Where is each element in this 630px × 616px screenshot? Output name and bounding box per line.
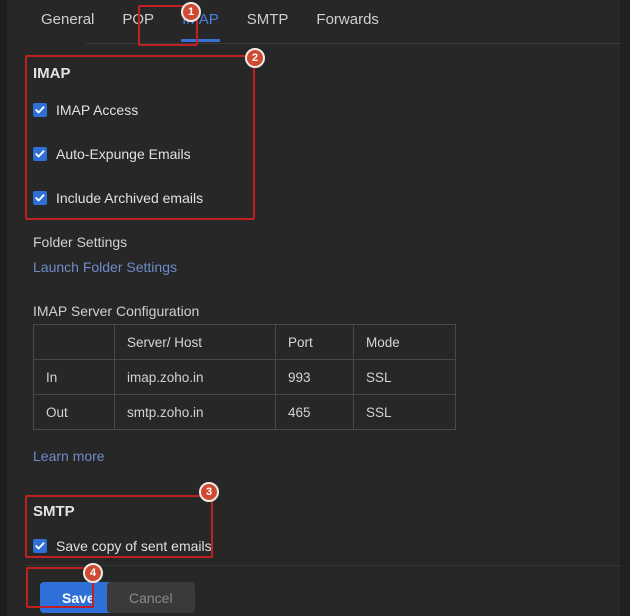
checkbox-label-imap-access: IMAP Access [56, 102, 139, 118]
table-header-port: Port [275, 324, 354, 360]
tabbar-divider [86, 43, 621, 44]
table-header-mode: Mode [353, 324, 456, 360]
checkbox-box-auto-expunge-emails[interactable] [33, 147, 47, 161]
tab-active-underline [181, 39, 220, 42]
tab-list: General POP IMAP SMTP Forwards [27, 10, 393, 42]
tab-smtp-label: SMTP [246, 11, 289, 28]
check-icon [35, 106, 45, 114]
cell-port-in: 993 [275, 359, 354, 395]
folder-settings-heading: Folder Settings [33, 234, 128, 250]
table-header-host: Server/ Host [114, 324, 276, 360]
tab-imap[interactable]: IMAP [168, 10, 233, 42]
table-header-row: Server/ Host Port Mode [33, 324, 456, 360]
server-config-heading: IMAP Server Configuration [33, 303, 200, 319]
imap-settings-page: General POP IMAP SMTP Forwards IMAP IMAP… [0, 0, 630, 616]
checkbox-auto-expunge-emails[interactable]: Auto-Expunge Emails [33, 146, 191, 162]
settings-tabbar: General POP IMAP SMTP Forwards [7, 0, 621, 44]
cancel-button[interactable]: Cancel [107, 582, 195, 613]
checkbox-label-save-copy-of-sent-emails: Save copy of sent emails [56, 538, 212, 554]
right-gutter [620, 0, 630, 616]
left-gutter [0, 0, 7, 616]
checkbox-imap-access[interactable]: IMAP Access [33, 102, 138, 118]
checkbox-label-auto-expunge-emails: Auto-Expunge Emails [56, 146, 191, 162]
server-config-table: Server/ Host Port Mode In imap.zoho.in 9… [33, 324, 456, 430]
cell-mode-out: SSL [353, 394, 456, 430]
check-icon [35, 542, 45, 550]
annotation-badge-2: 2 [245, 48, 265, 68]
save-button[interactable]: Save [40, 582, 117, 613]
imap-section-heading: IMAP [33, 65, 71, 82]
learn-more-link[interactable]: Learn more [33, 448, 105, 464]
table-header-blank [33, 324, 115, 360]
tab-imap-label: IMAP [182, 11, 219, 28]
checkbox-save-copy-of-sent-emails[interactable]: Save copy of sent emails [33, 538, 212, 554]
annotation-badge-4: 4 [83, 563, 103, 583]
tab-forwards[interactable]: Forwards [302, 10, 393, 42]
tab-pop[interactable]: POP [108, 10, 168, 42]
server-config-table-wrap: Server/ Host Port Mode In imap.zoho.in 9… [33, 324, 456, 430]
cell-port-out: 465 [275, 394, 354, 430]
checkbox-box-include-archived-emails[interactable] [33, 191, 47, 205]
smtp-section-heading: SMTP [33, 503, 75, 520]
tab-smtp[interactable]: SMTP [233, 10, 303, 42]
check-icon [35, 194, 45, 202]
checkbox-box-imap-access[interactable] [33, 103, 47, 117]
tab-general[interactable]: General [27, 10, 108, 42]
cell-host-out: smtp.zoho.in [114, 394, 276, 430]
launch-folder-settings-link[interactable]: Launch Folder Settings [33, 259, 177, 275]
annotation-badge-3: 3 [199, 482, 219, 502]
tab-pop-label: POP [122, 11, 155, 28]
checkbox-include-archived-emails[interactable]: Include Archived emails [33, 190, 203, 206]
action-bar-divider [27, 565, 621, 566]
table-row: In imap.zoho.in 993 SSL [33, 359, 456, 395]
checkbox-label-include-archived-emails: Include Archived emails [56, 190, 204, 206]
checkbox-box-save-copy-of-sent-emails[interactable] [33, 539, 47, 553]
cell-mode-in: SSL [353, 359, 456, 395]
cell-direction-in: In [33, 359, 115, 395]
cell-host-in: imap.zoho.in [114, 359, 276, 395]
check-icon [35, 150, 45, 158]
tab-general-label: General [41, 11, 95, 28]
tab-forwards-label: Forwards [316, 11, 379, 28]
table-row: Out smtp.zoho.in 465 SSL [33, 394, 456, 430]
cell-direction-out: Out [33, 394, 115, 430]
